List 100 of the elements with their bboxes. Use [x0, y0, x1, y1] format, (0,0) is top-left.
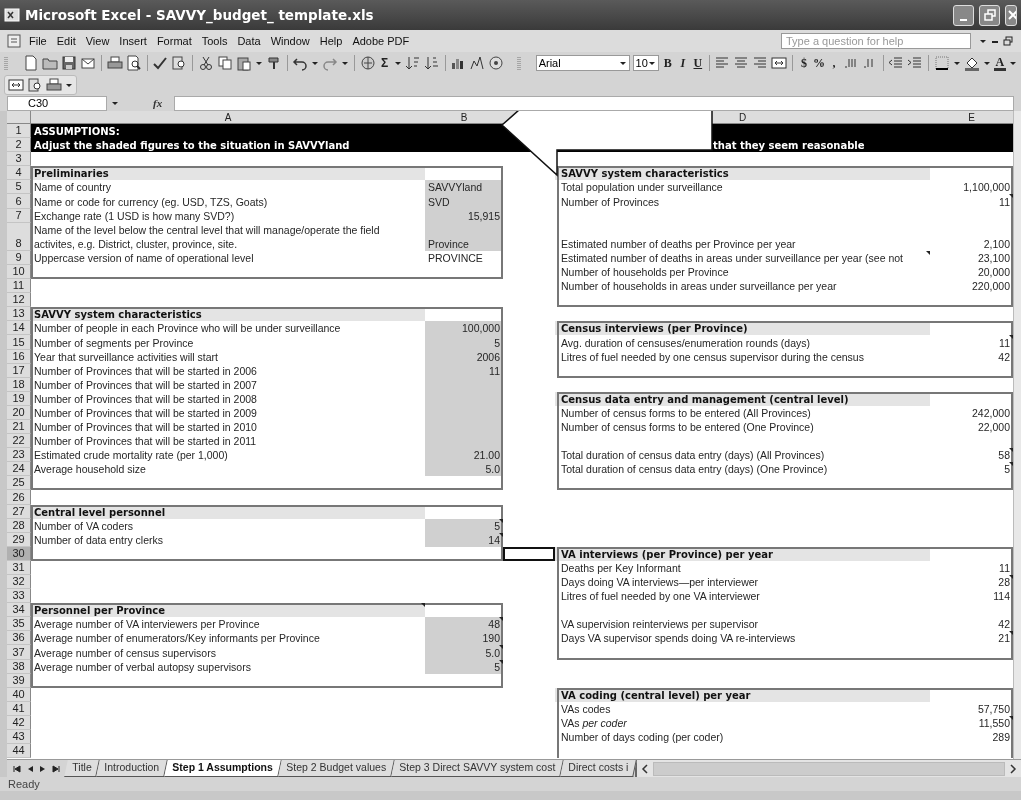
- input-cell[interactable]: PROVINCE: [425, 250, 503, 265]
- row-header[interactable]: 37: [7, 645, 31, 660]
- currency-button[interactable]: $: [797, 55, 810, 71]
- caret-icon[interactable]: [952, 60, 961, 66]
- percent-button[interactable]: %: [812, 55, 825, 71]
- row-header[interactable]: 5: [7, 180, 31, 195]
- horizontal-scrollbar[interactable]: [634, 760, 1021, 777]
- merge-cells-icon[interactable]: [771, 55, 788, 71]
- row-header[interactable]: 6: [7, 194, 31, 209]
- row-header[interactable]: 8: [7, 222, 31, 251]
- print-preview-icon[interactable]: [125, 55, 142, 71]
- undo-icon[interactable]: [292, 55, 309, 71]
- row-header[interactable]: 4: [7, 166, 31, 181]
- scroll-left-icon[interactable]: [640, 763, 649, 774]
- next-sheet-icon[interactable]: [39, 764, 47, 773]
- row-header[interactable]: 14: [7, 321, 31, 336]
- spreadsheet-icon[interactable]: [4, 7, 20, 23]
- vertical-scrollbar[interactable]: [1013, 111, 1021, 759]
- input-cell[interactable]: Province: [425, 222, 503, 251]
- menu-item[interactable]: Tools: [196, 33, 233, 49]
- column-header[interactable]: D: [738, 111, 747, 124]
- underline-button[interactable]: U: [691, 55, 704, 71]
- increase-indent-icon[interactable]: [907, 55, 924, 71]
- row-header[interactable]: 2: [7, 138, 31, 153]
- caret-icon[interactable]: [982, 60, 991, 66]
- sheet-tab[interactable]: Step 3 Direct SAVVY system cost: [390, 760, 564, 777]
- row-header[interactable]: 1: [7, 124, 31, 139]
- sheet-tab[interactable]: Title: [64, 760, 101, 777]
- cut-icon[interactable]: [197, 55, 214, 71]
- dropdown-caret-icon[interactable]: [979, 38, 987, 44]
- input-cell[interactable]: 21.00: [425, 448, 503, 463]
- menu-item[interactable]: Format: [151, 33, 197, 49]
- autosum-button[interactable]: Σ: [378, 56, 391, 70]
- sheet-tab[interactable]: Step 1 Assumptions: [164, 760, 282, 777]
- globe-icon[interactable]: [359, 55, 376, 71]
- previous-sheet-icon[interactable]: [26, 764, 34, 773]
- input-cell[interactable]: 190: [425, 631, 503, 646]
- row-header[interactable]: 32: [7, 575, 31, 590]
- font-size-field[interactable]: 10: [632, 55, 659, 71]
- column-header[interactable]: E: [968, 111, 975, 124]
- input-cell[interactable]: 100,000: [425, 321, 503, 336]
- formula-input-field[interactable]: [174, 95, 1014, 111]
- envelope-icon[interactable]: [80, 55, 96, 71]
- input-cell[interactable]: 5.0: [425, 462, 503, 477]
- column-header[interactable]: A: [224, 111, 232, 124]
- input-cell[interactable]: 5: [425, 335, 503, 350]
- menu-item[interactable]: Adobe PDF: [347, 33, 415, 49]
- caret-icon[interactable]: [341, 60, 350, 66]
- scroll-right-icon[interactable]: [1009, 763, 1017, 774]
- caret-icon[interactable]: [393, 60, 402, 66]
- selected-cell[interactable]: [503, 546, 555, 561]
- row-header[interactable]: 43: [7, 730, 31, 745]
- column-header[interactable]: B: [460, 111, 468, 124]
- name-box[interactable]: C30: [7, 95, 107, 111]
- copy-icon[interactable]: [216, 55, 233, 71]
- printer-icon[interactable]: [106, 55, 123, 71]
- italic-button[interactable]: I: [676, 55, 689, 71]
- borders-icon[interactable]: [933, 55, 950, 71]
- input-cell[interactable]: SAVVYland: [425, 180, 503, 195]
- caret-icon[interactable]: [65, 81, 73, 88]
- close-icon[interactable]: [1006, 8, 1016, 22]
- bold-button[interactable]: B: [661, 55, 674, 71]
- menu-item[interactable]: Data: [232, 33, 266, 49]
- sheet-tab[interactable]: Direct costs i: [559, 760, 637, 777]
- align-center-icon[interactable]: [733, 55, 750, 71]
- menu-item[interactable]: File: [24, 33, 52, 49]
- menu-item[interactable]: View: [80, 33, 115, 49]
- decrease-indent-icon[interactable]: [888, 55, 905, 71]
- caret-icon[interactable]: [618, 60, 627, 66]
- format-painter-icon[interactable]: [265, 55, 282, 71]
- row-header[interactable]: 33: [7, 589, 31, 604]
- caret-icon[interactable]: [254, 60, 263, 66]
- sort-descending-icon[interactable]: [423, 55, 440, 71]
- menu-item[interactable]: Window: [265, 33, 315, 49]
- save-icon[interactable]: [61, 55, 77, 71]
- row-header[interactable]: 36: [7, 631, 31, 646]
- font-name-field[interactable]: Arial: [535, 55, 630, 71]
- row-header[interactable]: 13: [7, 307, 31, 322]
- row-header[interactable]: 35: [7, 617, 31, 632]
- help-search-field[interactable]: Type a question for help: [781, 33, 971, 49]
- menu-item[interactable]: Insert: [114, 33, 152, 49]
- row-header[interactable]: 3: [7, 152, 31, 167]
- input-cell[interactable]: 48: [425, 617, 503, 632]
- row-header[interactable]: 34: [7, 603, 31, 618]
- close-button[interactable]: [1005, 4, 1017, 26]
- last-sheet-icon[interactable]: [52, 764, 60, 773]
- fill-color-icon[interactable]: [963, 55, 980, 71]
- font-color-button[interactable]: A: [993, 55, 1006, 71]
- menu-item[interactable]: Help: [314, 33, 348, 49]
- input-cell[interactable]: SVD: [425, 194, 503, 209]
- row-header[interactable]: 22: [7, 434, 31, 449]
- align-left-icon[interactable]: [714, 55, 731, 71]
- new-document-icon[interactable]: [23, 55, 39, 71]
- row-header[interactable]: 12: [7, 293, 31, 308]
- sheet-tab[interactable]: Step 2 Budget values: [278, 760, 395, 777]
- caret-icon[interactable]: [311, 60, 320, 66]
- spelling-check-icon[interactable]: [152, 55, 169, 71]
- restore-document-icon[interactable]: [1003, 33, 1015, 49]
- folder-icon[interactable]: [42, 55, 58, 71]
- sort-ascending-icon[interactable]: [404, 55, 421, 71]
